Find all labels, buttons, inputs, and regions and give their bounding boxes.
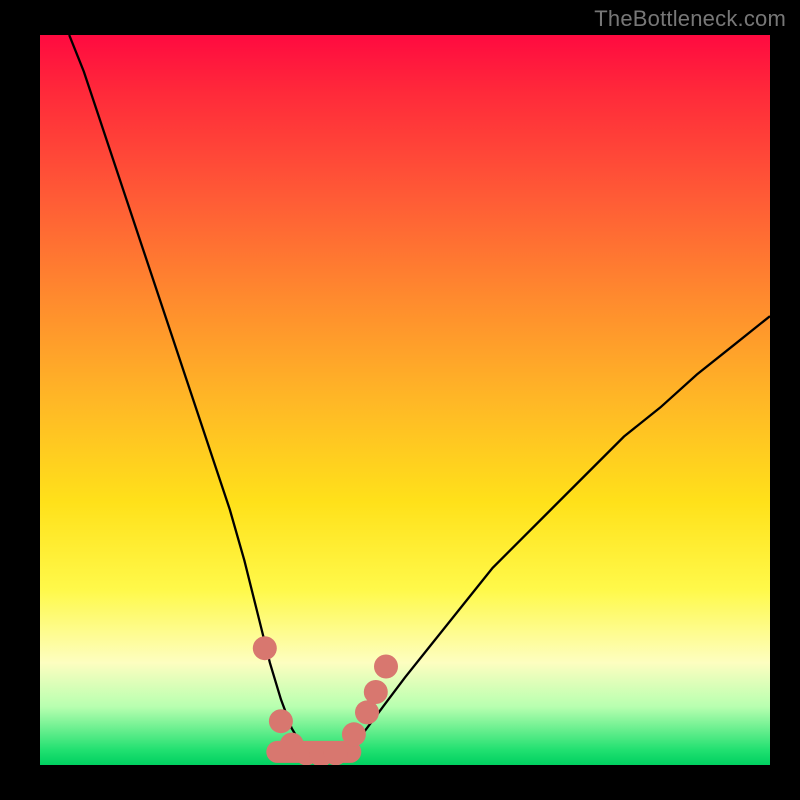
curve-marker [364, 680, 388, 704]
curve-marker [355, 700, 379, 724]
curve-marker [324, 741, 348, 765]
curve-marker [253, 636, 277, 660]
chart-frame: TheBottleneck.com [0, 0, 800, 800]
curve-marker [342, 722, 366, 746]
curve-marker [269, 709, 293, 733]
plot-area [40, 35, 770, 765]
bottleneck-curve [69, 35, 770, 756]
curve-marker [374, 655, 398, 679]
chart-overlay [40, 35, 770, 765]
watermark-text: TheBottleneck.com [594, 6, 786, 32]
